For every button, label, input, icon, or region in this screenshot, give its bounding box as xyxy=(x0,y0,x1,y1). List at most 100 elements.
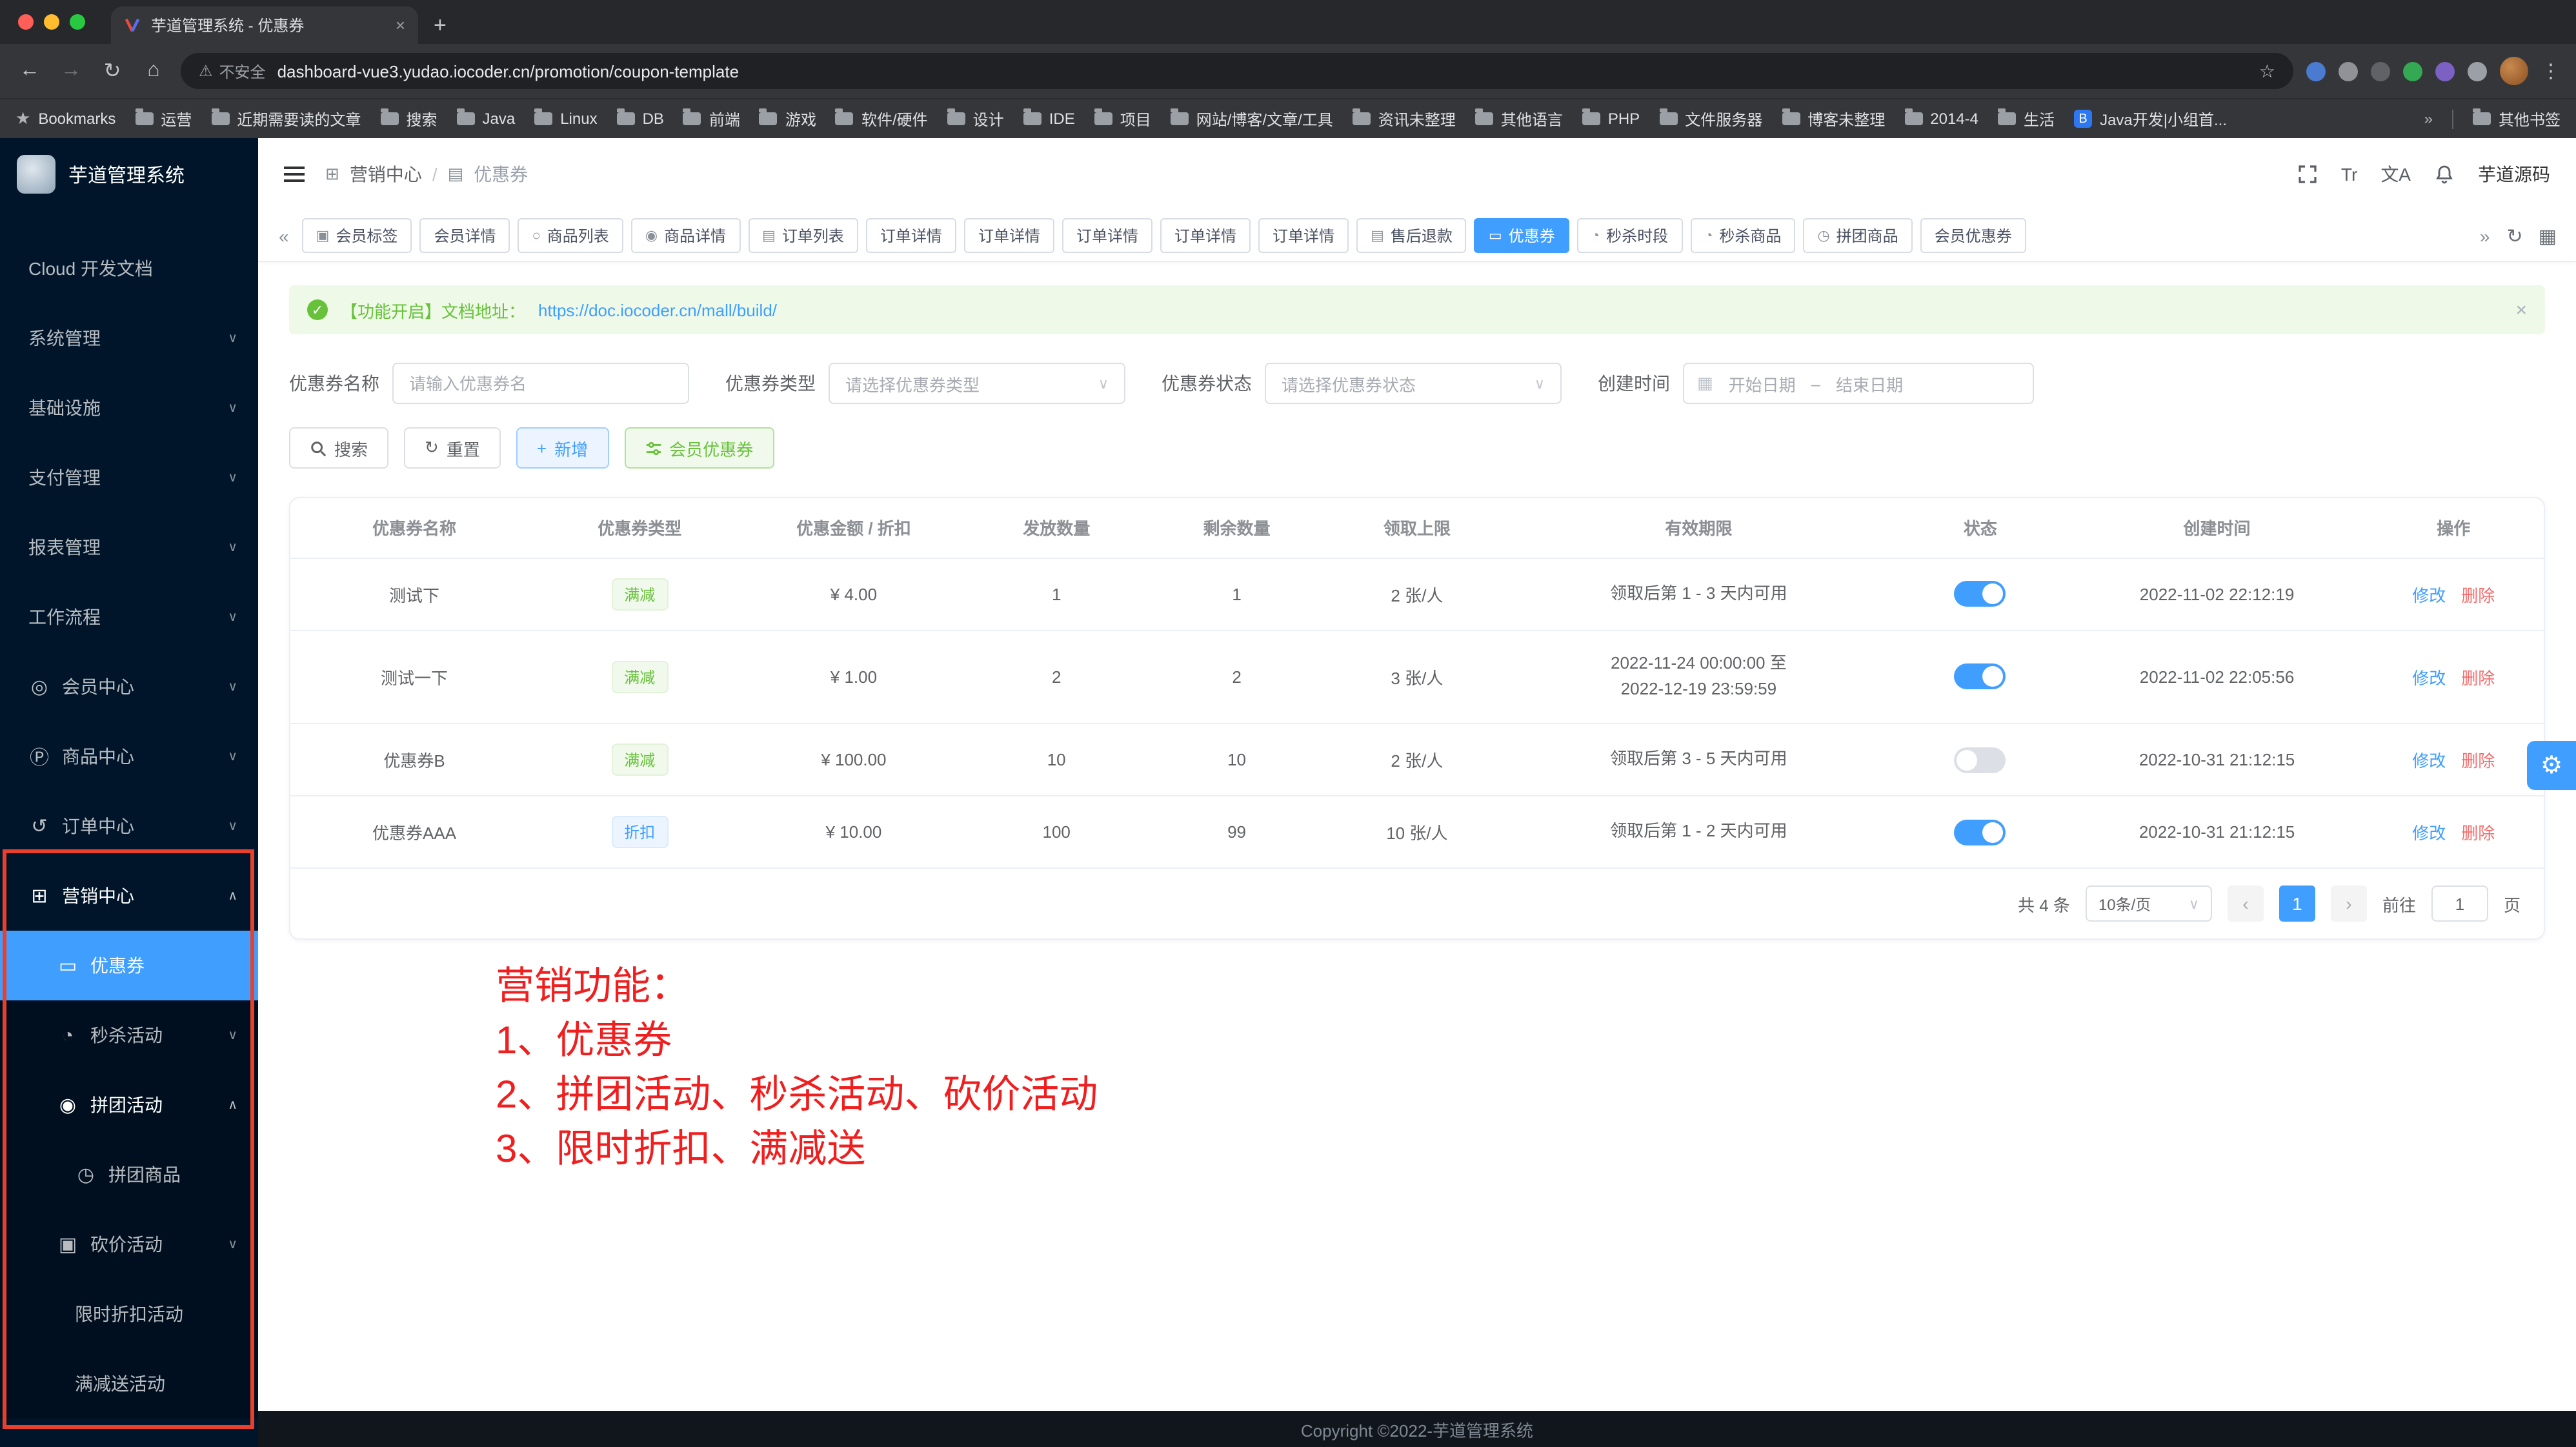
page-tab[interactable]: ○ 商品列表 xyxy=(518,218,623,253)
page-tab[interactable]: 订单详情 xyxy=(1062,218,1152,253)
sidebar-menu-item[interactable]: ◷ 拼团商品 xyxy=(0,1140,258,1209)
username[interactable]: 芋道源码 xyxy=(2478,161,2550,187)
extension-icon[interactable] xyxy=(2371,61,2390,81)
sidebar-menu-item[interactable]: Cloud 开发文档 xyxy=(0,234,258,303)
close-window-button[interactable] xyxy=(18,14,34,30)
page-size-select[interactable]: 10条/页 ∨ xyxy=(2086,885,2212,922)
bookmark-item[interactable]: 设计 xyxy=(947,108,1004,130)
bookmark-item[interactable]: Java xyxy=(456,110,515,128)
edit-link[interactable]: 修改 xyxy=(2412,751,2446,771)
coupon-name-input[interactable] xyxy=(392,363,689,404)
zoom-window-button[interactable] xyxy=(70,14,85,30)
sidebar-menu-item[interactable]: ⊞ 营销中心 xyxy=(0,861,258,931)
sidebar-menu-item[interactable]: 系统管理 xyxy=(0,303,258,373)
bookmark-item[interactable]: 游戏 xyxy=(760,108,816,130)
sidebar-menu-item[interactable]: 基础设施 xyxy=(0,373,258,443)
bookmark-item[interactable]: 其他语言 xyxy=(1475,108,1563,130)
bookmark-item[interactable]: 项目 xyxy=(1094,108,1151,130)
delete-link[interactable]: 删除 xyxy=(2461,669,2495,688)
settings-gear-button[interactable]: ⚙ xyxy=(2527,741,2576,790)
close-icon[interactable]: × xyxy=(2515,299,2527,321)
forward-icon[interactable]: → xyxy=(57,59,85,83)
font-size-icon[interactable]: Tr xyxy=(2341,164,2357,185)
tab-close-icon[interactable]: × xyxy=(396,15,405,35)
bookmarks-root[interactable]: ★Bookmarks xyxy=(15,108,116,129)
minimize-window-button[interactable] xyxy=(44,14,59,30)
bookmark-star-icon[interactable]: ☆ xyxy=(2259,60,2275,82)
next-page-button[interactable]: › xyxy=(2331,885,2367,922)
delete-link[interactable]: 删除 xyxy=(2461,585,2495,605)
extension-icon[interactable] xyxy=(2403,61,2422,81)
bookmark-item[interactable]: 2014-4 xyxy=(1904,110,1978,128)
bookmark-item[interactable]: 博客未整理 xyxy=(1782,108,1885,130)
bookmark-item[interactable]: 近期需要读的文章 xyxy=(211,108,361,130)
delete-link[interactable]: 删除 xyxy=(2461,824,2495,843)
reload-icon[interactable]: ↻ xyxy=(98,58,126,84)
edit-link[interactable]: 修改 xyxy=(2412,585,2446,605)
status-toggle[interactable] xyxy=(1955,747,2006,773)
bookmark-item[interactable]: 资讯未整理 xyxy=(1353,108,1456,130)
bookmark-item[interactable]: 运营 xyxy=(135,108,192,130)
page-tab[interactable]: 会员详情 xyxy=(419,218,510,253)
tabs-scroll-left-icon[interactable]: « xyxy=(274,225,294,246)
doc-link[interactable]: https://doc.iocoder.cn/mall/build/ xyxy=(538,300,777,319)
browser-tab[interactable]: 芋道管理系统 - 优惠券 × xyxy=(111,6,418,44)
browser-menu-icon[interactable]: ⋮ xyxy=(2541,59,2561,83)
bookmark-item[interactable]: IDE xyxy=(1023,110,1075,128)
sidebar-menu-item[interactable]: ▣ 砍价活动 xyxy=(0,1209,258,1279)
extension-icon[interactable] xyxy=(2339,61,2358,81)
date-range-picker[interactable]: ▦ 开始日期 – 结束日期 xyxy=(1683,363,2034,404)
security-status[interactable]: ⚠不安全 xyxy=(199,60,266,82)
bookmark-item[interactable]: PHP xyxy=(1582,110,1640,128)
extension-icon[interactable] xyxy=(2435,61,2455,81)
status-toggle[interactable] xyxy=(1955,664,2006,690)
sidebar-menu-item[interactable]: 支付管理 xyxy=(0,443,258,512)
page-tab[interactable]: ▤ 售后退款 xyxy=(1356,218,1467,253)
bookmark-item[interactable]: 软件/硬件 xyxy=(836,108,928,130)
new-tab-button[interactable]: + xyxy=(434,13,447,39)
sidebar-menu-item[interactable]: ◔ 秒杀活动 xyxy=(0,1000,258,1070)
sidebar-menu-item[interactable]: Ⓟ 商品中心 xyxy=(0,722,258,791)
bell-icon[interactable] xyxy=(2434,164,2455,185)
delete-link[interactable]: 删除 xyxy=(2461,751,2495,771)
add-button[interactable]: + 新增 xyxy=(516,427,609,469)
page-tab[interactable]: ▭ 优惠券 xyxy=(1474,218,1569,253)
prev-page-button[interactable]: ‹ xyxy=(2228,885,2264,922)
collapse-menu-icon[interactable] xyxy=(284,167,305,182)
bookmarks-overflow-icon[interactable]: » xyxy=(2424,110,2433,128)
page-number-button[interactable]: 1 xyxy=(2279,885,2315,922)
extension-icon[interactable] xyxy=(2306,61,2326,81)
bookmark-item[interactable]: 搜索 xyxy=(380,108,437,130)
page-tab[interactable]: ◔ 秒杀时段 xyxy=(1577,218,1682,253)
sidebar-menu-item[interactable]: 满减送活动 xyxy=(0,1349,258,1419)
profile-avatar[interactable] xyxy=(2500,57,2528,85)
extension-icon[interactable] xyxy=(2468,61,2487,81)
sidebar-menu-item[interactable]: 工作流程 xyxy=(0,582,258,652)
bookmark-item[interactable]: 文件服务器 xyxy=(1659,108,1762,130)
bookmark-item[interactable]: DB xyxy=(617,110,664,128)
coupon-type-select[interactable]: 请选择优惠券类型 ∨ xyxy=(829,363,1125,404)
bookmark-item[interactable]: 生活 xyxy=(1998,108,2055,130)
coupon-status-select[interactable]: 请选择优惠券状态 ∨ xyxy=(1265,363,1562,404)
page-tab[interactable]: ▤ 订单列表 xyxy=(748,218,858,253)
bookmark-item[interactable]: 网站/博客/文章/工具 xyxy=(1171,108,1333,130)
language-icon[interactable]: 文A xyxy=(2380,161,2411,187)
sidebar-menu-item[interactable]: 报表管理 xyxy=(0,512,258,582)
sidebar-menu-item[interactable]: ↺ 订单中心 xyxy=(0,791,258,861)
sidebar-menu-item[interactable]: ◉ 拼团活动 xyxy=(0,1070,258,1140)
back-icon[interactable]: ← xyxy=(15,59,44,83)
status-toggle[interactable] xyxy=(1955,819,2006,845)
app-logo[interactable]: 芋道管理系统 xyxy=(0,138,258,210)
page-tab[interactable]: ◷ 拼团商品 xyxy=(1803,218,1912,253)
home-icon[interactable]: ⌂ xyxy=(139,59,168,83)
page-tab[interactable]: 订单详情 xyxy=(1258,218,1349,253)
reset-button[interactable]: ↻ 重置 xyxy=(404,427,501,469)
breadcrumb-root[interactable]: 营销中心 xyxy=(350,161,422,187)
page-tab[interactable]: 订单详情 xyxy=(866,218,956,253)
other-bookmarks[interactable]: 其他书签 xyxy=(2473,108,2561,130)
sidebar-menu-item[interactable]: 限时折扣活动 xyxy=(0,1279,258,1349)
edit-link[interactable]: 修改 xyxy=(2412,824,2446,843)
bookmark-item[interactable]: Linux xyxy=(534,110,597,128)
fullscreen-icon[interactable] xyxy=(2297,164,2318,185)
page-tab[interactable]: ◉ 商品详情 xyxy=(631,218,740,253)
